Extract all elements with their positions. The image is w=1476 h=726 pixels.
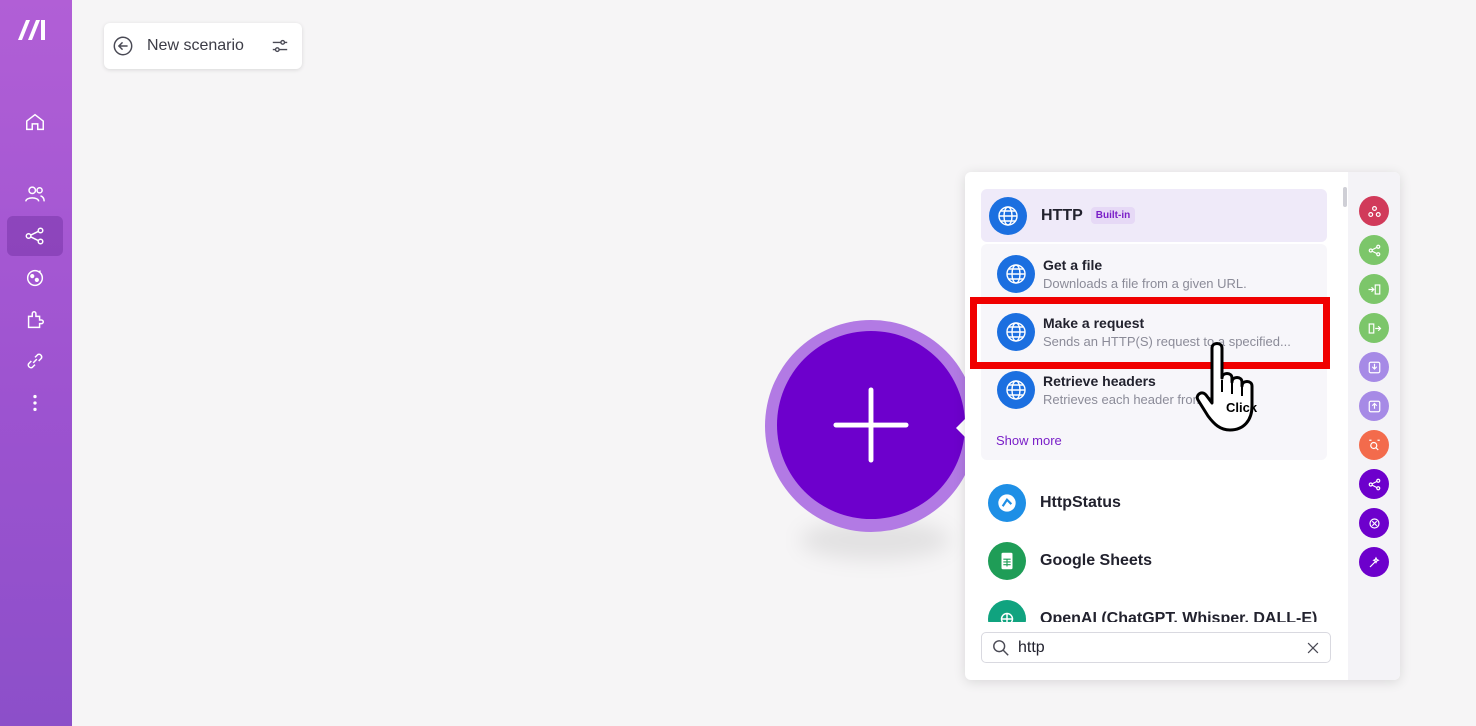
- app-name: Google Sheets: [1040, 552, 1153, 569]
- category-webhooks[interactable]: [1359, 196, 1389, 226]
- make-logo-icon[interactable]: [16, 16, 56, 44]
- app-httpstatus[interactable]: HttpStatus: [988, 482, 1318, 524]
- export-icon: [1368, 400, 1380, 412]
- category-text-parser[interactable]: [1359, 430, 1389, 460]
- webhooks-icon: [1367, 205, 1381, 217]
- sidebar-item-templates[interactable]: [7, 258, 63, 298]
- action-description: Downloads a file from a given URL.: [1043, 276, 1247, 291]
- app-list[interactable]: HTTP Built-in Get a file Downloads a fil…: [965, 172, 1348, 622]
- connections-icon: [27, 353, 43, 369]
- category-scenarios[interactable]: [1359, 469, 1389, 499]
- globe-icon: [997, 255, 1035, 293]
- category-import[interactable]: [1359, 352, 1389, 382]
- import-icon: [1368, 361, 1380, 373]
- globe-icon: [997, 371, 1035, 409]
- action-title: Get a file: [1043, 257, 1103, 273]
- app-google-sheets[interactable]: Google Sheets: [988, 540, 1318, 582]
- apps-icon: [27, 311, 44, 329]
- add-module-button[interactable]: [777, 331, 965, 519]
- category-data-store[interactable]: [1359, 508, 1389, 538]
- action-retrieve-headers[interactable]: Retrieve headers Retrieves each header f…: [997, 365, 1327, 415]
- app-name: HttpStatus: [1040, 494, 1121, 511]
- scrollbar[interactable]: [1343, 187, 1347, 207]
- globe-icon: [997, 313, 1035, 351]
- sidebar-item-team[interactable]: [7, 174, 63, 214]
- scenarios-icon: [25, 227, 44, 245]
- search-icon: [993, 639, 1009, 656]
- sidebar-item-scenarios[interactable]: [7, 216, 63, 256]
- app-name: OpenAI (ChatGPT, Whisper, DALL-E): [1040, 610, 1318, 622]
- show-more-link[interactable]: Show more: [996, 433, 1062, 448]
- sidebar: [0, 0, 72, 726]
- back-arrow-icon[interactable]: [112, 35, 134, 57]
- scenarios-share-icon: [1368, 478, 1380, 490]
- google-sheets-icon: [988, 542, 1026, 580]
- text-parser-icon: [1368, 439, 1380, 450]
- tools-icon: [1369, 556, 1380, 567]
- globe-icon: [989, 196, 1027, 235]
- sidebar-item-apps[interactable]: [7, 300, 63, 340]
- click-label: Click: [1226, 400, 1258, 415]
- scenario-name[interactable]: New scenario: [147, 37, 270, 55]
- plus-icon: [833, 387, 909, 463]
- home-icon: [26, 113, 44, 131]
- action-title: Make a request: [1043, 315, 1145, 331]
- more-icon: [33, 394, 37, 412]
- sidebar-item-home[interactable]: [7, 102, 63, 142]
- data-store-icon: [1368, 517, 1380, 529]
- flow-control-icon: [1368, 244, 1380, 256]
- team-icon: [25, 186, 45, 202]
- category-iterator[interactable]: [1359, 313, 1389, 343]
- httpstatus-icon: [988, 484, 1026, 522]
- scenario-title-bar: New scenario: [104, 23, 302, 69]
- built-in-badge: Built-in: [1090, 207, 1136, 224]
- selected-app-name: HTTP: [1041, 206, 1083, 224]
- settings-sliders-icon[interactable]: [270, 36, 290, 56]
- templates-icon: [26, 269, 44, 287]
- action-make-a-request[interactable]: Make a request Sends an HTTP(S) request …: [997, 307, 1327, 357]
- action-get-a-file[interactable]: Get a file Downloads a file from a given…: [997, 249, 1327, 299]
- search-input[interactable]: [1016, 637, 1306, 658]
- aggregator-icon: [1368, 283, 1380, 295]
- category-export[interactable]: [1359, 391, 1389, 421]
- app-openai[interactable]: OpenAI (ChatGPT, Whisper, DALL-E): [988, 598, 1318, 622]
- category-flow-control[interactable]: [1359, 235, 1389, 265]
- openai-icon: [988, 600, 1026, 622]
- sidebar-item-connections[interactable]: [7, 341, 63, 381]
- search-box: [981, 632, 1331, 663]
- selected-app-http[interactable]: HTTP Built-in: [981, 189, 1327, 242]
- category-aggregator[interactable]: [1359, 274, 1389, 304]
- sidebar-item-more[interactable]: [7, 383, 63, 423]
- actions-list: Get a file Downloads a file from a given…: [981, 244, 1327, 460]
- category-tools[interactable]: [1359, 547, 1389, 577]
- iterator-icon: [1368, 322, 1381, 334]
- click-hand-annotation: Click: [1194, 340, 1274, 435]
- clear-search-icon[interactable]: [1306, 641, 1320, 655]
- module-picker-popup: HTTP Built-in Get a file Downloads a fil…: [965, 172, 1400, 680]
